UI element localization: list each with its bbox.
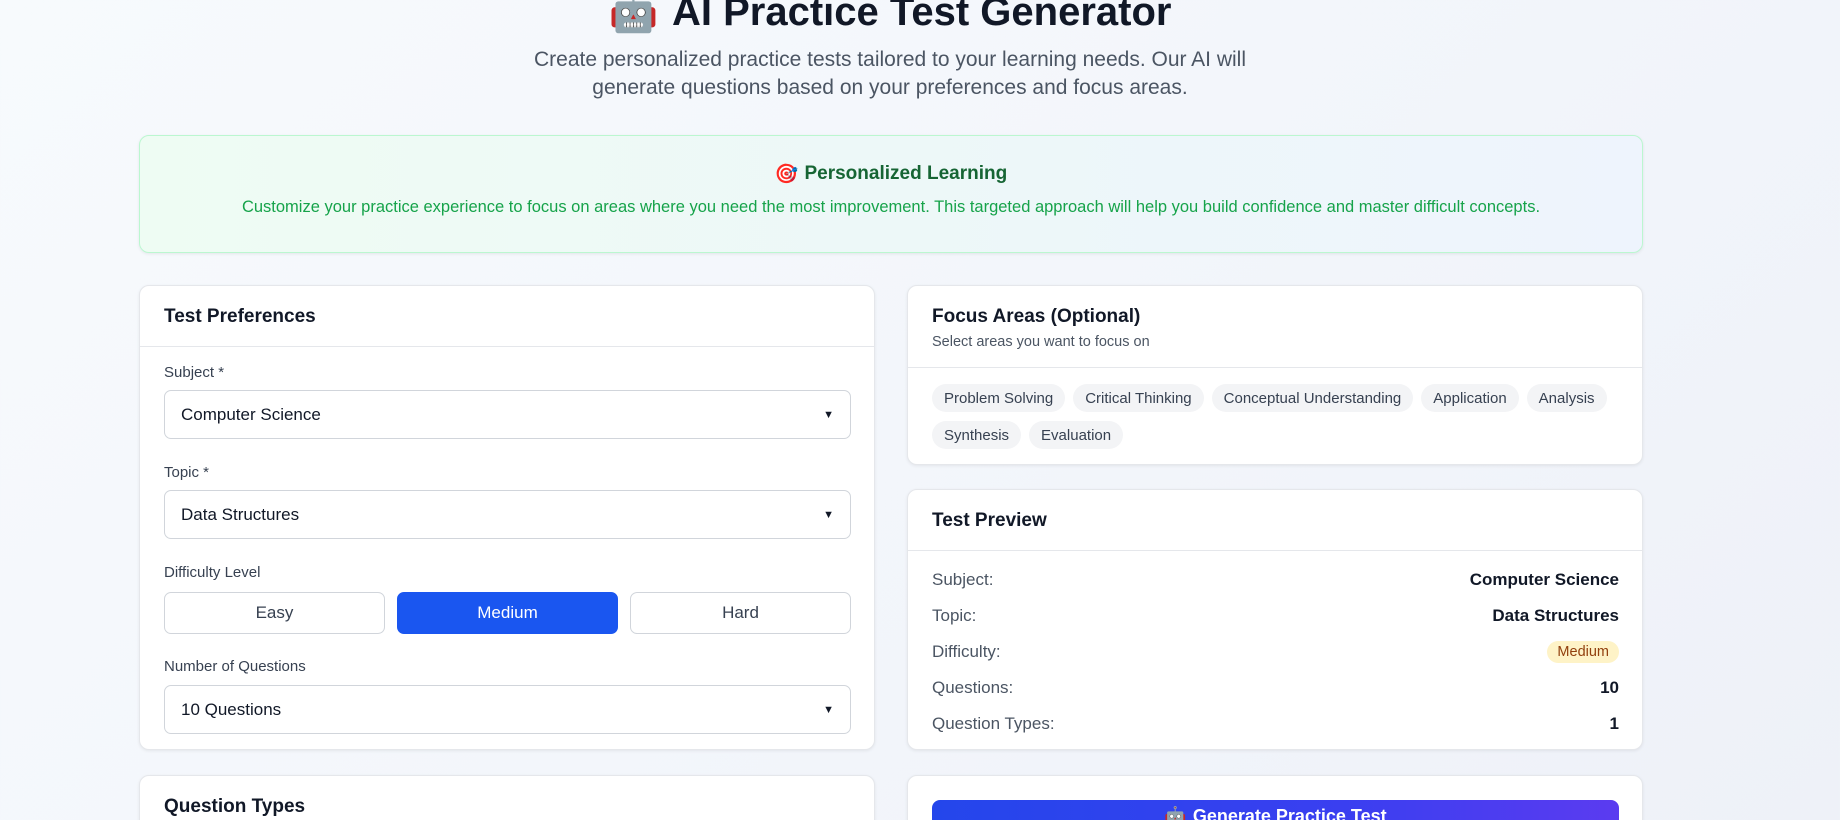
preview-key: Difficulty: [932,642,1001,661]
questions-select[interactable]: 10 Questions ▼ [164,685,851,734]
robot-icon: 🤖 [608,0,659,34]
preview-key: Question Types: [932,714,1055,733]
preview-value: Data Structures [1492,606,1619,625]
chevron-down-icon: ▼ [823,408,834,421]
test-preview-card: Test Preview Subject: Computer Science T… [907,489,1643,750]
banner-text: Customize your practice experience to fo… [241,198,1541,216]
difficulty-easy-button[interactable]: Easy [164,592,385,634]
banner-title-text: Personalized Learning [804,163,1008,184]
focus-areas-title: Focus Areas (Optional) [932,306,1141,327]
test-preview-title: Test Preview [932,510,1047,531]
preview-key: Topic: [932,606,977,625]
topic-select-value: Data Structures [181,504,300,524]
preview-row-questions: Questions: 10 [932,674,1619,702]
question-types-card: Question Types [139,775,875,820]
personalized-learning-banner: 🎯 Personalized Learning Customize your p… [139,135,1643,253]
chevron-down-icon: ▼ [823,508,834,521]
generate-card: 🤖 Generate Practice Test [907,775,1643,820]
difficulty-hard-button[interactable]: Hard [630,592,851,634]
focus-chip[interactable]: Problem Solving [932,384,1066,412]
generate-practice-test-button[interactable]: 🤖 Generate Practice Test [932,800,1619,820]
banner-title: 🎯 Personalized Learning [140,162,1642,186]
focus-areas-subtitle: Select areas you want to focus on [932,334,1150,350]
focus-chip[interactable]: Conceptual Understanding [1211,384,1414,412]
preview-value: 10 [1600,678,1619,697]
page-title-text: AI Practice Test Generator [672,0,1172,34]
chevron-down-icon: ▼ [823,703,834,716]
preview-row-question-types: Question Types: 1 [932,710,1619,738]
focus-chips: Problem Solving Critical Thinking Concep… [932,384,1622,449]
page-subtitle: Create personalized practice tests tailo… [533,48,1247,99]
page-title: 🤖 AI Practice Test Generator [0,0,1780,35]
subject-select-value: Computer Science [181,404,321,424]
generate-button-label: Generate Practice Test [1192,806,1387,820]
focus-chip[interactable]: Analysis [1526,384,1607,412]
focus-chip[interactable]: Application [1421,384,1519,412]
difficulty-medium-button[interactable]: Medium [397,592,618,634]
test-preferences-title: Test Preferences [164,306,316,327]
preview-row-difficulty: Difficulty: Medium [932,638,1619,666]
subject-select[interactable]: Computer Science ▼ [164,390,851,439]
preview-value: Computer Science [1469,570,1619,589]
question-types-title: Question Types [164,796,306,817]
preview-row-subject: Subject: Computer Science [932,566,1619,594]
preview-key: Subject: [932,570,994,589]
test-preferences-card: Test Preferences Subject * Computer Scie… [139,285,875,750]
focus-chip[interactable]: Synthesis [932,421,1022,449]
questions-select-value: 10 Questions [181,699,282,719]
topic-select[interactable]: Data Structures ▼ [164,490,851,539]
card-header: Test Preview [908,490,1642,551]
focus-areas-card: Focus Areas (Optional) Select areas you … [907,285,1643,465]
card-header: Focus Areas (Optional) Select areas you … [908,286,1642,368]
preview-value: 1 [1609,714,1619,733]
focus-chip[interactable]: Critical Thinking [1073,384,1204,412]
robot-icon: 🤖 [1164,806,1187,820]
target-icon: 🎯 [774,164,799,185]
preview-row-topic: Topic: Data Structures [932,602,1619,630]
topic-label: Topic * [164,464,210,481]
questions-label: Number of Questions [164,658,306,675]
preview-key: Questions: [932,678,1014,697]
difficulty-badge: Medium [1547,641,1619,663]
card-header: Test Preferences [140,286,874,347]
focus-chip[interactable]: Evaluation [1029,421,1124,449]
difficulty-label: Difficulty Level [164,564,261,581]
subject-label: Subject * [164,364,225,381]
